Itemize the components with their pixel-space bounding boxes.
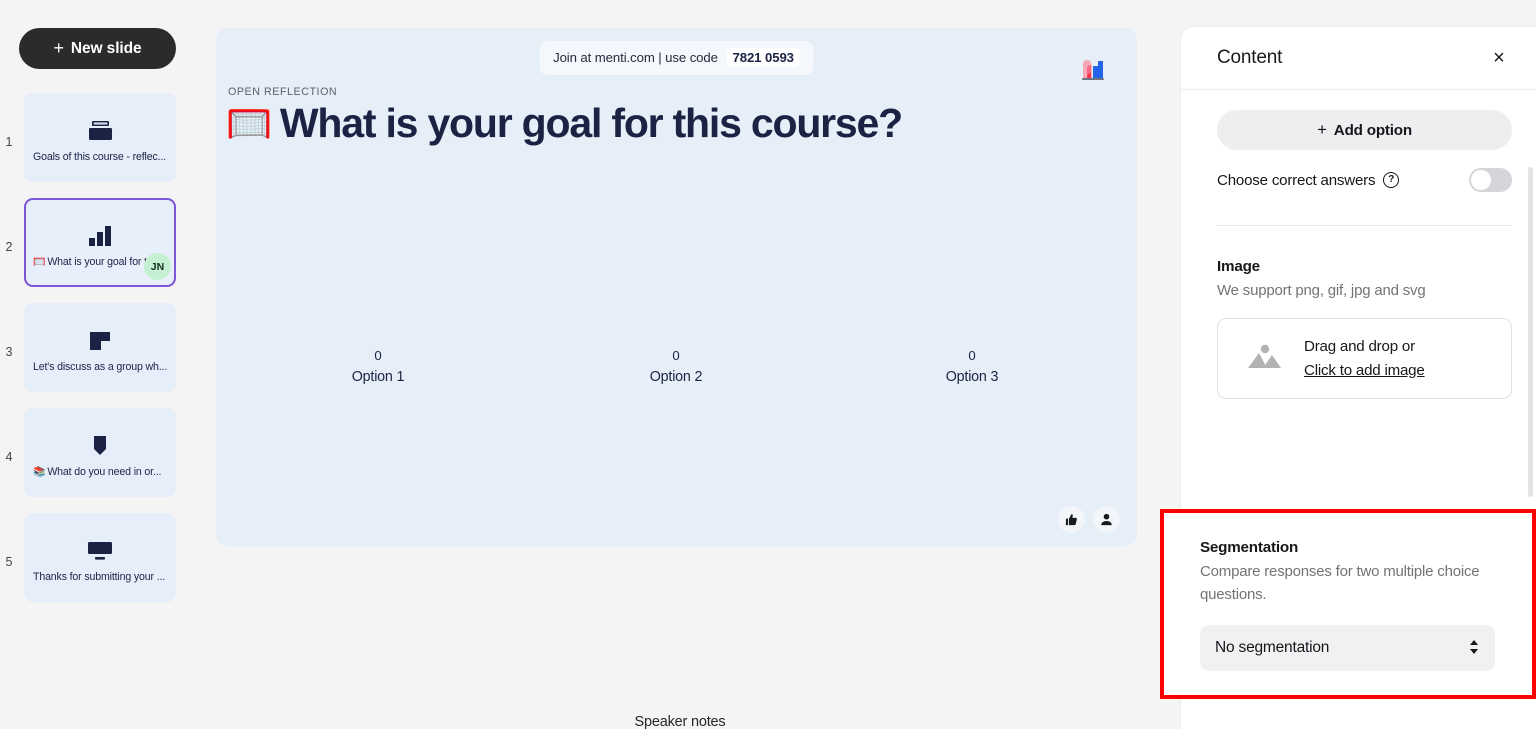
slide-row: 4 📚 What do you need in or... — [0, 408, 200, 513]
segmentation-select-value: No segmentation — [1215, 638, 1330, 656]
sidebar-item-slide-3[interactable]: Let's discuss as a group wh... — [24, 303, 176, 392]
segmentation-subtitle: Compare responses for two multiple choic… — [1200, 563, 1480, 604]
slide-label-text: Let's discuss as a group wh... — [33, 361, 168, 373]
join-instruction: Join at menti.com | use code — [553, 50, 718, 65]
image-placeholder-icon — [1246, 341, 1286, 376]
mentimeter-editor: + New slide 1 Goals of this course - ref… — [0, 0, 1536, 729]
bar-value: 0 — [374, 348, 382, 363]
slide-label-text: Thanks for submitting your ... — [33, 571, 166, 583]
slide-row: 3 Let's discuss as a group wh... — [0, 303, 200, 408]
avatar: JN — [144, 253, 171, 280]
page-title[interactable]: 🥅 What is your goal for this course? — [226, 99, 1097, 147]
slide-row: 2 🥅 What is your goal for t... JN — [0, 198, 200, 303]
slide-canvas[interactable]: Join at menti.com | use code 7821 0593 O… — [216, 28, 1137, 546]
join-code: 7821 0593 — [726, 48, 800, 67]
bar-chart-slide-icon — [26, 223, 174, 249]
slide-number: 2 — [5, 240, 13, 254]
add-option-label: Add option — [1333, 121, 1412, 139]
plus-icon: + — [1317, 120, 1327, 139]
slide-number: 3 — [5, 345, 13, 359]
segmentation-inner: Segmentation Compare responses for two m… — [1164, 513, 1532, 671]
slide-title-label: Thanks for submitting your ... — [33, 571, 168, 583]
thumbs-up-icon[interactable] — [1058, 506, 1085, 533]
choose-correct-answers-label: Choose correct answers — [1217, 171, 1376, 189]
mentimeter-logo-icon — [1077, 52, 1113, 88]
segmentation-section: Segmentation Compare responses for two m… — [1160, 509, 1536, 699]
divider — [1217, 225, 1512, 226]
panel-scrollbar[interactable] — [1528, 167, 1533, 497]
speaker-notes-label[interactable]: Speaker notes — [200, 714, 1160, 729]
image-dropzone-text: Drag and drop or Click to add image — [1304, 335, 1425, 382]
heading-slide-icon — [26, 118, 174, 144]
toggle-knob — [1471, 170, 1491, 190]
slide-action-buttons — [1058, 506, 1120, 533]
new-slide-label: New slide — [70, 39, 142, 57]
slide-label-text: What is your goal for t... — [47, 256, 156, 268]
sidebar-item-slide-5[interactable]: Thanks for submitting your ... — [24, 513, 176, 602]
slide-title-label: Goals of this course - reflec... — [33, 151, 168, 163]
segmentation-select[interactable]: No segmentation — [1200, 624, 1495, 671]
bar-category: Option 2 — [649, 369, 703, 385]
bar-column: 0 Option 2 — [586, 348, 766, 385]
help-icon[interactable]: ? — [1383, 172, 1400, 188]
sidebar-item-slide-1[interactable]: Goals of this course - reflec... — [24, 93, 176, 182]
slide-label-text: Goals of this course - reflec... — [33, 151, 166, 163]
screen-slide-icon — [26, 538, 174, 564]
open-ended-slide-icon — [26, 328, 174, 354]
bar-value: 0 — [672, 348, 680, 363]
content-panel: Content × + Add option Choose correct an… — [1160, 0, 1536, 729]
choose-correct-answers-toggle[interactable] — [1469, 168, 1512, 192]
slide-title-label: 📚 What do you need in or... — [33, 466, 168, 478]
image-dropzone[interactable]: Drag and drop or Click to add image — [1217, 318, 1512, 400]
slide-sidebar: + New slide 1 Goals of this course - ref… — [0, 0, 200, 729]
bar-category: Option 3 — [945, 369, 999, 385]
books-emoji: 📚 — [33, 467, 46, 478]
add-option-button[interactable]: + Add option — [1217, 110, 1512, 150]
goal-net-emoji: 🥅 — [33, 257, 46, 268]
content-panel-body: + Add option Choose correct answers ? Im… — [1181, 90, 1536, 400]
bar-column: 0 Option 1 — [288, 348, 468, 385]
segmentation-title: Segmentation — [1200, 539, 1299, 556]
choose-correct-answers-row: Choose correct answers ? — [1217, 168, 1512, 192]
slide-number: 4 — [5, 450, 13, 464]
slide-number: 5 — [5, 555, 13, 569]
panel-title: Content — [1217, 47, 1283, 68]
chevron-updown-icon — [1469, 639, 1479, 657]
person-icon[interactable] — [1093, 506, 1120, 533]
content-panel-header: Content × — [1181, 27, 1536, 90]
bar-value: 0 — [968, 348, 976, 363]
bar-category: Option 1 — [351, 369, 405, 385]
close-icon[interactable]: × — [1486, 45, 1512, 71]
slide-title-label: Let's discuss as a group wh... — [33, 361, 168, 373]
slide-type-kicker: OPEN REFLECTION — [228, 86, 338, 98]
goal-net-icon: 🥅 — [226, 102, 272, 144]
image-section: Image We support png, gif, jpg and svg D… — [1217, 258, 1512, 400]
drop-line-1: Drag and drop or — [1304, 338, 1415, 356]
slide-list: 1 Goals of this course - reflec... 2 🥅 W… — [0, 93, 200, 618]
new-slide-button[interactable]: + New slide — [19, 28, 176, 69]
click-to-add-image-link[interactable]: Click to add image — [1304, 362, 1425, 379]
word-cloud-slide-icon — [26, 433, 174, 459]
slide-row: 1 Goals of this course - reflec... — [0, 93, 200, 198]
slide-stage: Join at menti.com | use code 7821 0593 O… — [200, 0, 1160, 729]
slide-title-text: What is your goal for this course? — [279, 100, 903, 146]
join-code-pill: Join at menti.com | use code 7821 0593 — [539, 41, 814, 75]
slide-row: 5 Thanks for submitting your ... — [0, 513, 200, 618]
slide-number: 1 — [5, 135, 13, 149]
image-section-subtitle: We support png, gif, jpg and svg — [1217, 282, 1426, 299]
bar-column: 0 Option 3 — [882, 348, 1062, 385]
bar-chart: 0 Option 1 0 Option 2 0 Option 3 — [216, 348, 1137, 418]
sidebar-item-slide-2[interactable]: 🥅 What is your goal for t... JN — [24, 198, 176, 287]
image-section-title: Image — [1217, 258, 1260, 275]
slide-label-text: What do you need in or... — [47, 466, 162, 478]
plus-icon: + — [53, 38, 64, 58]
sidebar-item-slide-4[interactable]: 📚 What do you need in or... — [24, 408, 176, 497]
